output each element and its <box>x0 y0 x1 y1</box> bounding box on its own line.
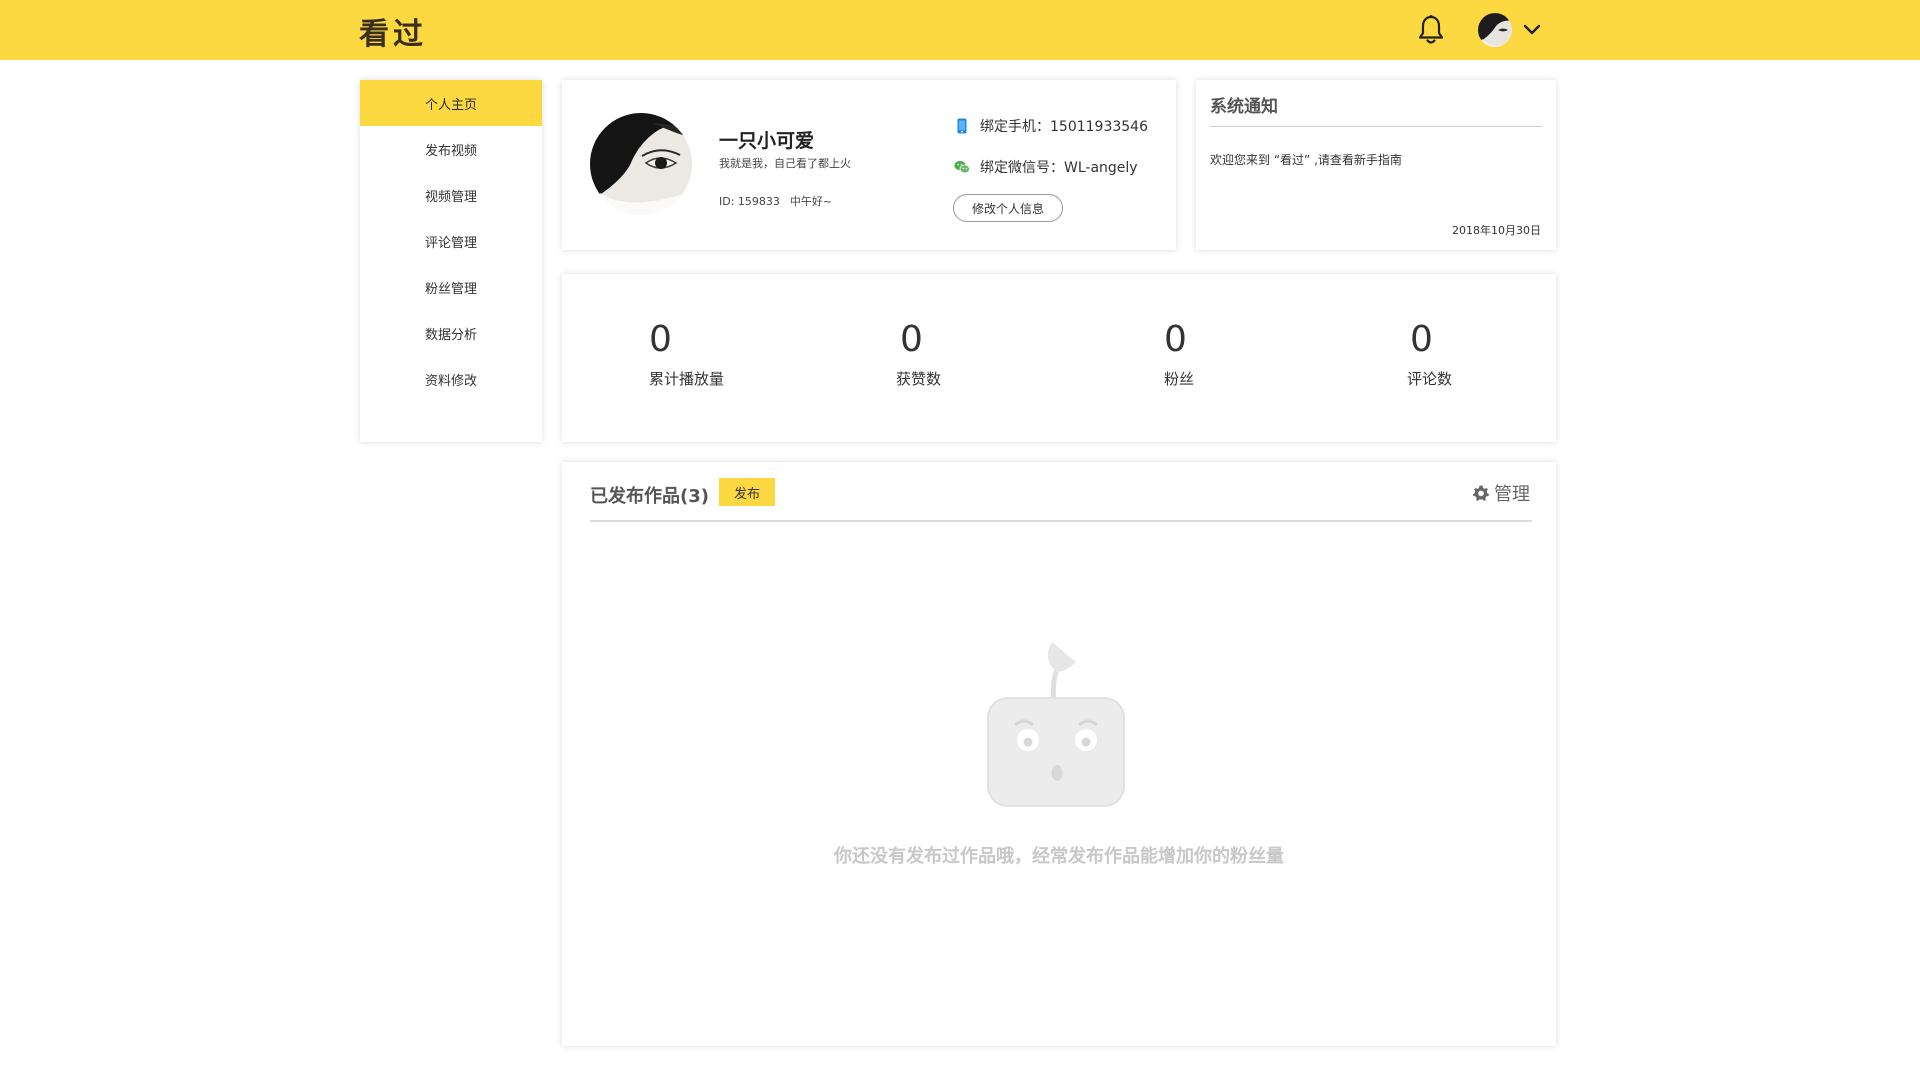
user-id-line: ID: 159833 中午好~ <box>719 193 832 209</box>
divider <box>1210 126 1542 127</box>
profile-card: 一只小可爱 我就是我，自己看了都上火 ID: 159833 中午好~ 绑定手机：1… <box>562 80 1176 250</box>
stat-label: 获赞数 <box>896 370 942 388</box>
stat-value: 0 <box>1410 319 1433 360</box>
bound-wechat: 绑定微信号：WL-angely <box>954 157 1138 177</box>
system-notice-card: 系统通知 欢迎您来到 “看过” ,请查看新手指南 2018年10月30日 <box>1196 80 1556 250</box>
manage-button[interactable]: 管理 <box>1472 480 1530 506</box>
works-title: 已发布作品(3) <box>590 486 709 507</box>
gear-icon <box>1472 484 1490 502</box>
avatar[interactable] <box>1478 13 1512 47</box>
wechat-icon <box>954 159 971 175</box>
stat-value: 0 <box>1164 319 1187 360</box>
stat-value: 0 <box>649 319 672 360</box>
profile-avatar <box>590 113 692 215</box>
signature: 我就是我，自己看了都上火 <box>719 157 851 170</box>
user-menu[interactable] <box>1478 13 1544 47</box>
sidebar-item-video-management[interactable]: 视频管理 <box>360 172 542 218</box>
bound-phone-text: 绑定手机：15011933546 <box>980 119 1148 135</box>
top-bar: 看过 <box>0 0 1920 60</box>
user-id: ID: 159833 <box>719 195 780 208</box>
empty-sprout-mascot-icon <box>986 632 1126 812</box>
divider <box>590 520 1532 522</box>
sidebar-item-data-analysis[interactable]: 数据分析 <box>360 310 542 356</box>
sidebar-item-home[interactable]: 个人主页 <box>360 80 542 126</box>
notice-message[interactable]: 欢迎您来到 “看过” ,请查看新手指南 <box>1210 151 1402 168</box>
logo[interactable]: 看过 <box>359 9 427 53</box>
nickname: 一只小可爱 <box>719 130 815 152</box>
phone-icon <box>954 118 970 134</box>
sidebar-item-fan-management[interactable]: 粉丝管理 <box>360 264 542 310</box>
published-works-card: 已发布作品(3) 发布 管理 你还没有发布过作品哦，经常发布作品能增加你的粉丝量 <box>562 462 1556 1046</box>
manage-label: 管理 <box>1494 484 1530 505</box>
greeting: 中午好~ <box>789 195 833 208</box>
stats-card: 0 累计播放量 0 获赞数 0 粉丝 0 评论数 <box>562 274 1556 442</box>
stat-plays: 0 累计播放量 <box>649 322 724 389</box>
publish-button[interactable]: 发布 <box>719 478 775 506</box>
chevron-down-icon[interactable] <box>1522 22 1542 38</box>
sidebar: 个人主页 发布视频 视频管理 评论管理 粉丝管理 数据分析 资料修改 <box>360 80 542 442</box>
sidebar-item-comment-management[interactable]: 评论管理 <box>360 218 542 264</box>
stat-fans: 0 粉丝 <box>1164 322 1194 389</box>
stat-label: 评论数 <box>1407 370 1453 388</box>
bound-phone: 绑定手机：15011933546 <box>954 116 1148 136</box>
notice-date: 2018年10月30日 <box>1452 224 1541 237</box>
stat-value: 0 <box>900 319 923 360</box>
notice-title: 系统通知 <box>1210 97 1278 117</box>
sidebar-item-edit-profile[interactable]: 资料修改 <box>360 356 542 402</box>
sidebar-item-publish-video[interactable]: 发布视频 <box>360 126 542 172</box>
stat-label: 累计播放量 <box>649 370 725 388</box>
edit-profile-button[interactable]: 修改个人信息 <box>953 194 1063 222</box>
bound-wechat-text: 绑定微信号：WL-angely <box>980 160 1138 176</box>
stat-comments: 0 评论数 <box>1407 322 1452 389</box>
stat-label: 粉丝 <box>1164 370 1195 388</box>
empty-state-message: 你还没有发布过作品哦，经常发布作品能增加你的粉丝量 <box>834 846 1284 867</box>
bell-icon[interactable] <box>1416 14 1446 46</box>
stat-likes: 0 获赞数 <box>896 322 941 389</box>
